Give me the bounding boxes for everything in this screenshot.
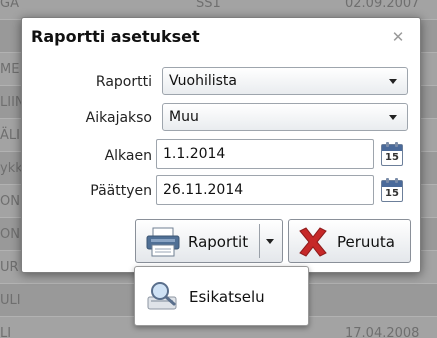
- table-cell: SS1: [196, 0, 221, 11]
- start-date-value: 1.1.2014: [163, 146, 226, 162]
- table-cell: 17.04.2008: [345, 326, 420, 338]
- chevron-down-icon: [389, 79, 397, 84]
- menu-item-label: Esikatselu: [189, 288, 265, 306]
- period-label: Aikajakso: [85, 110, 152, 126]
- calendar-ring: [395, 178, 398, 183]
- table-cell: ULI: [0, 293, 21, 308]
- reports-button-label: Raportit: [188, 233, 249, 251]
- reports-split-button[interactable]: Raportit: [135, 219, 283, 263]
- end-date-value: 26.11.2014: [163, 182, 244, 198]
- table-cell: ykk: [0, 161, 23, 176]
- calendar-ring: [386, 178, 389, 183]
- calendar-ring: [386, 142, 389, 147]
- chevron-down-icon[interactable]: [266, 239, 274, 244]
- period-select[interactable]: Muu: [162, 103, 408, 131]
- table-cell: LI: [0, 326, 12, 338]
- table-cell: ON: [0, 227, 20, 242]
- dialog-title: Raportti asetukset: [31, 27, 200, 46]
- calendar-day-number: 15: [385, 188, 399, 199]
- start-date-field[interactable]: 1.1.2014: [156, 139, 374, 169]
- report-label: Raportti: [95, 74, 152, 90]
- report-select-value: Vuohilista: [169, 73, 237, 89]
- menu-item-preview[interactable]: Esikatselu: [139, 273, 304, 319]
- table-cell: GA: [0, 0, 19, 11]
- end-date-field[interactable]: 26.11.2014: [156, 175, 374, 205]
- start-date-label: Alkaen: [104, 148, 152, 164]
- close-icon[interactable]: ✕: [389, 28, 407, 46]
- cancel-x-icon: [299, 227, 327, 257]
- calendar-header: [382, 145, 402, 151]
- calendar-header: [382, 181, 402, 187]
- report-settings-dialog: Raportti asetukset ✕ Raportti Vuohilista…: [21, 17, 421, 273]
- cancel-button-label: Peruuta: [337, 233, 395, 251]
- table-cell: UR: [0, 260, 19, 275]
- period-select-value: Muu: [169, 109, 199, 125]
- reports-dropdown-menu: Esikatselu: [134, 266, 309, 326]
- calendar-icon[interactable]: 15: [381, 142, 403, 166]
- calendar-icon[interactable]: 15: [381, 178, 403, 202]
- table-cell: ON: [0, 194, 20, 209]
- printer-icon: [146, 227, 180, 257]
- split-divider: [259, 224, 260, 258]
- calendar-ring: [395, 142, 398, 147]
- cancel-button[interactable]: Peruuta: [288, 219, 411, 263]
- chevron-down-icon: [389, 115, 397, 120]
- calendar-day-number: 15: [385, 152, 399, 163]
- table-cell: ME: [0, 62, 20, 77]
- magnifier-preview-icon: [147, 282, 177, 310]
- table-cell: 02.09.2007: [345, 0, 420, 11]
- end-date-label: Päättyen: [90, 183, 152, 199]
- table-cell: ÄLI: [0, 128, 20, 143]
- report-select[interactable]: Vuohilista: [162, 67, 408, 95]
